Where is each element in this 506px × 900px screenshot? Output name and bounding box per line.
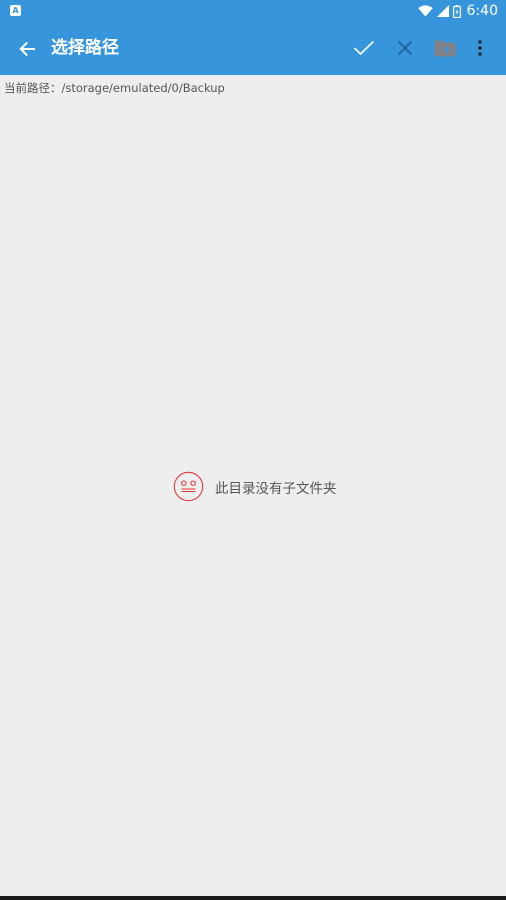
- arrow-left-icon: [19, 41, 35, 57]
- cancel-button[interactable]: [387, 30, 423, 66]
- empty-state: 此目录没有子文件夹: [173, 471, 337, 502]
- toolbar: 选择路径: [0, 22, 506, 75]
- confirm-button[interactable]: [346, 30, 382, 66]
- notification-app-icon: A: [10, 5, 21, 16]
- neutral-face-icon: [173, 471, 204, 502]
- current-path-label: 当前路径：: [4, 81, 62, 95]
- page-title: 选择路径: [51, 38, 119, 58]
- folder-add-icon: [434, 40, 456, 56]
- status-icons: 6:40: [417, 0, 498, 22]
- check-icon: [353, 40, 375, 56]
- more-options-button[interactable]: [463, 30, 497, 66]
- current-path-value: /storage/emulated/0/Backup: [61, 81, 225, 95]
- status-time: 6:40: [466, 3, 498, 19]
- battery-icon: [452, 4, 461, 18]
- back-button[interactable]: [10, 32, 44, 66]
- close-icon: [397, 40, 413, 56]
- status-bar: A 6:40: [0, 0, 506, 22]
- wifi-icon: [417, 5, 433, 17]
- new-folder-button[interactable]: [427, 30, 463, 66]
- empty-state-message: 此目录没有子文件夹: [215, 480, 337, 497]
- more-vert-icon: [478, 40, 482, 56]
- bottom-edge: [0, 896, 506, 900]
- current-path: 当前路径：/storage/emulated/0/Backup: [4, 80, 225, 96]
- signal-icon: [436, 5, 449, 17]
